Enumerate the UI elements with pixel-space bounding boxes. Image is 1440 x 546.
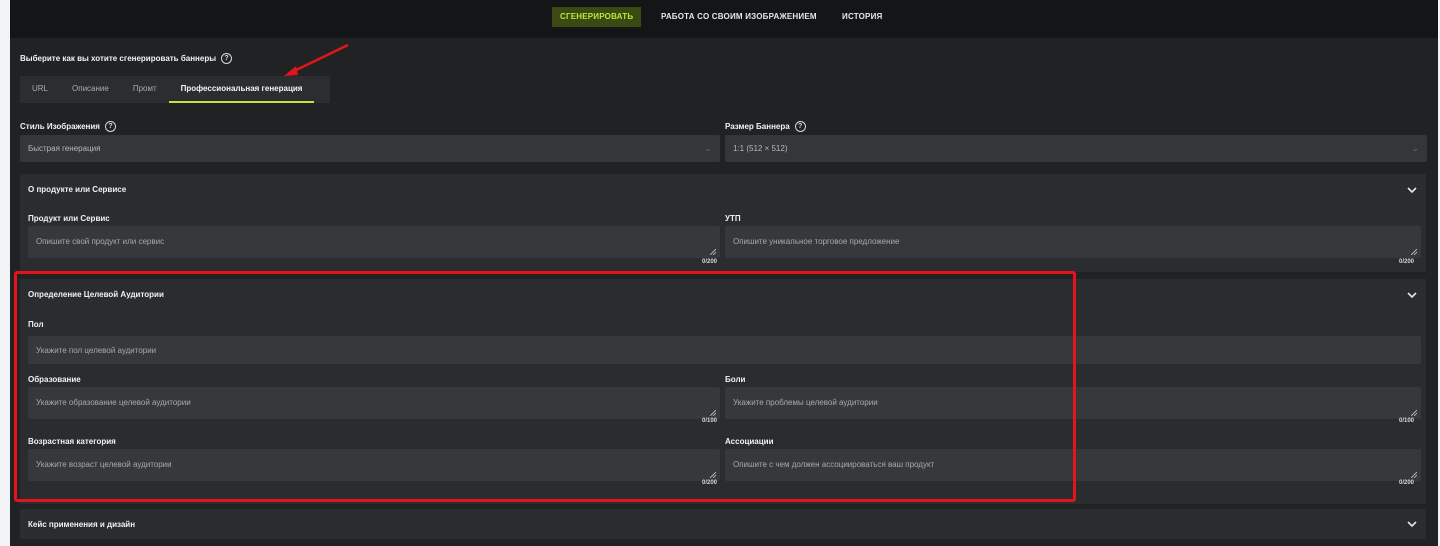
app-window: СГЕНЕРИРОВАТЬ РАБОТА СО СВОИМ ИЗОБРАЖЕНИ… bbox=[10, 0, 1438, 546]
age-placeholder: Укажите возраст целевой аудитории bbox=[36, 460, 172, 469]
product-textarea[interactable]: Опишите свой продукт или сервис bbox=[28, 226, 720, 258]
chevron-down-icon[interactable] bbox=[1406, 518, 1418, 530]
tab-professional-generation[interactable]: Профессиональная генерация bbox=[168, 76, 315, 103]
usecase-section-title[interactable]: Кейс применения и дизайн bbox=[28, 520, 135, 529]
age-field-label: Возрастная категория bbox=[28, 437, 116, 446]
annotation-arrow-icon bbox=[284, 43, 349, 76]
gender-field-label: Пол bbox=[28, 320, 44, 329]
associations-field-label: Ассоциации bbox=[725, 437, 774, 446]
usp-placeholder: Опишите уникальное торговое предложение bbox=[733, 237, 900, 246]
usecase-section: Кейс применения и дизайн bbox=[20, 509, 1426, 539]
associations-counter: 0/200 bbox=[1399, 480, 1415, 486]
resize-handle-icon[interactable] bbox=[1411, 410, 1417, 416]
education-field-label: Образование bbox=[28, 375, 81, 384]
resize-handle-icon[interactable] bbox=[710, 410, 716, 416]
chevron-down-icon[interactable] bbox=[1406, 289, 1418, 301]
tab-description[interactable]: Описание bbox=[60, 76, 121, 103]
age-counter: 0/200 bbox=[702, 480, 718, 486]
help-icon[interactable]: ? bbox=[794, 121, 806, 132]
product-section: О продукте или Сервисе Продукт или Серви… bbox=[20, 174, 1426, 272]
nav-history-button[interactable]: ИСТОРИЯ bbox=[834, 7, 890, 27]
pains-placeholder: Укажите проблемы целевой аудитории bbox=[733, 398, 878, 407]
image-style-select[interactable]: Быстрая генерация ⌄ bbox=[20, 135, 720, 162]
product-counter: 0/200 bbox=[702, 259, 718, 265]
top-navigation: СГЕНЕРИРОВАТЬ РАБОТА СО СВОИМ ИЗОБРАЖЕНИ… bbox=[10, 0, 1438, 38]
resize-handle-icon[interactable] bbox=[710, 472, 716, 478]
tab-prompt[interactable]: Промт bbox=[121, 76, 169, 103]
usp-textarea[interactable]: Опишите уникальное торговое предложение bbox=[725, 226, 1421, 258]
usp-field-label: УТП bbox=[725, 214, 741, 223]
audience-section: Определение Целевой Аудитории Пол Укажит… bbox=[20, 279, 1426, 504]
resize-handle-icon[interactable] bbox=[710, 249, 716, 255]
audience-section-title[interactable]: Определение Целевой Аудитории bbox=[28, 290, 164, 299]
nav-own-image-button[interactable]: РАБОТА СО СВОИМ ИЗОБРАЖЕНИЕМ bbox=[653, 7, 825, 27]
image-style-value: Быстрая генерация bbox=[28, 144, 101, 153]
chevron-down-icon: ⌄ bbox=[1411, 143, 1419, 153]
education-textarea[interactable]: Укажите образование целевой аудитории bbox=[28, 387, 720, 419]
help-icon[interactable]: ? bbox=[104, 121, 116, 132]
image-style-label-text: Стиль Изображения bbox=[20, 122, 100, 131]
help-icon[interactable]: ? bbox=[221, 53, 233, 64]
generation-mode-tabs: URL Описание Промт Профессиональная гене… bbox=[20, 76, 330, 103]
associations-textarea[interactable]: Опишите с чем должен ассоциироваться ваш… bbox=[725, 449, 1421, 481]
generation-mode-heading-text: Выберите как вы хотите сгенерировать бан… bbox=[20, 54, 217, 63]
resize-handle-icon[interactable] bbox=[1411, 249, 1417, 255]
education-placeholder: Укажите образование целевой аудитории bbox=[36, 398, 191, 407]
banner-size-label-text: Размер Баннера bbox=[725, 122, 790, 131]
product-placeholder: Опишите свой продукт или сервис bbox=[36, 237, 165, 246]
generation-mode-heading: Выберите как вы хотите сгенерировать бан… bbox=[20, 53, 233, 64]
tab-url[interactable]: URL bbox=[20, 76, 60, 103]
banner-size-label: Размер Баннера ? bbox=[725, 121, 806, 132]
product-section-title[interactable]: О продукте или Сервисе bbox=[28, 185, 126, 194]
nav-generate-button[interactable]: СГЕНЕРИРОВАТЬ bbox=[552, 7, 642, 27]
pains-textarea[interactable]: Укажите проблемы целевой аудитории bbox=[725, 387, 1421, 419]
gender-input[interactable]: Укажите пол целевой аудитории bbox=[28, 336, 1421, 364]
chevron-down-icon: ⌄ bbox=[704, 143, 712, 153]
pains-counter: 0/100 bbox=[1399, 418, 1415, 424]
education-counter: 0/100 bbox=[702, 418, 718, 424]
gender-placeholder: Укажите пол целевой аудитории bbox=[36, 346, 157, 355]
image-style-label: Стиль Изображения ? bbox=[20, 121, 116, 132]
age-textarea[interactable]: Укажите возраст целевой аудитории bbox=[28, 449, 720, 481]
usp-counter: 0/200 bbox=[1399, 259, 1415, 265]
associations-placeholder: Опишите с чем должен ассоциироваться ваш… bbox=[733, 460, 935, 469]
chevron-down-icon[interactable] bbox=[1406, 184, 1418, 196]
pains-field-label: Боли bbox=[725, 375, 746, 384]
banner-size-value: 1:1 (512 × 512) bbox=[733, 144, 788, 153]
product-field-label: Продукт или Сервис bbox=[28, 214, 110, 223]
resize-handle-icon[interactable] bbox=[1411, 472, 1417, 478]
banner-size-select[interactable]: 1:1 (512 × 512) ⌄ bbox=[725, 135, 1427, 162]
